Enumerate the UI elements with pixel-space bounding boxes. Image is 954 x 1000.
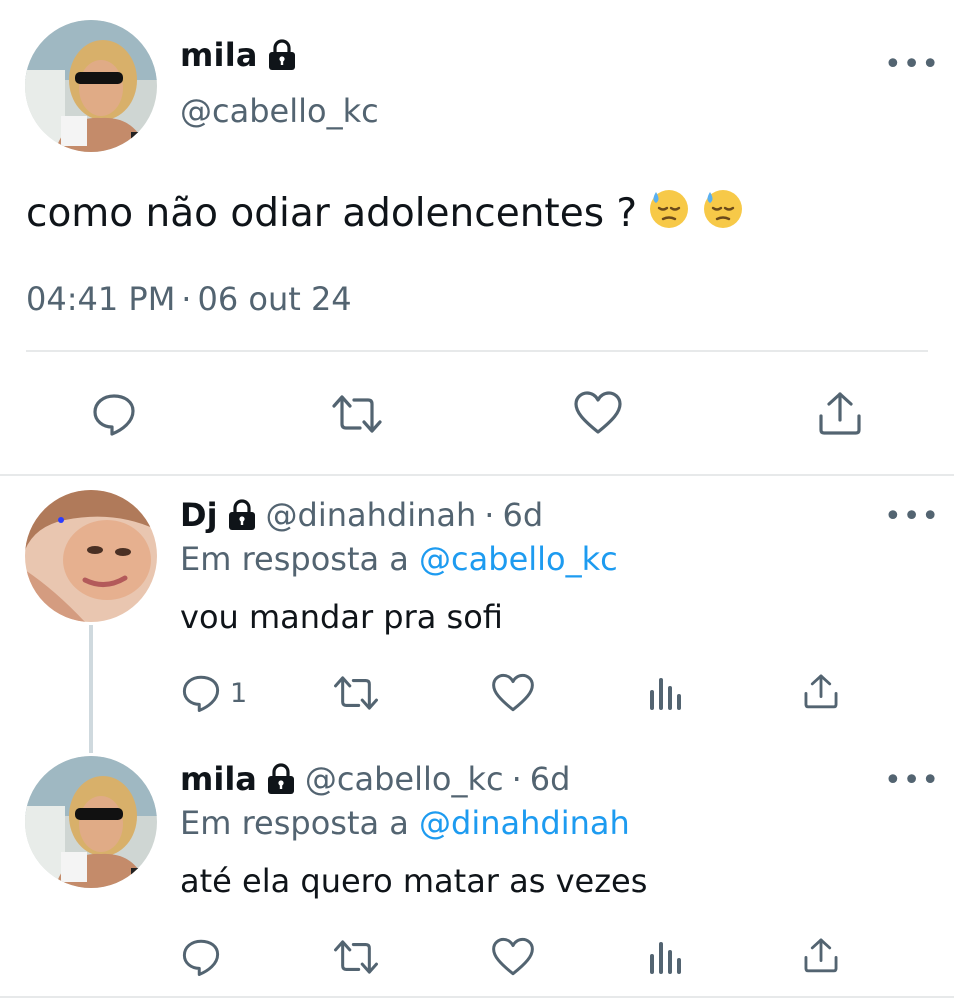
author-name-row: mila <box>180 36 298 74</box>
like-button[interactable] <box>491 672 535 714</box>
timestamp-separator: · <box>181 280 192 318</box>
reply-icon <box>182 939 220 976</box>
lock-icon <box>266 38 298 72</box>
thread-line <box>89 625 93 753</box>
analytics-button[interactable] <box>648 674 684 712</box>
avatar-dj[interactable] <box>25 490 157 622</box>
downcast-sweat-face-icon <box>701 186 745 240</box>
reply-count: 1 <box>230 677 248 709</box>
replying-to: Em resposta a @dinahdinah <box>180 804 630 842</box>
divider <box>0 996 954 998</box>
like-icon <box>492 673 534 712</box>
tweet-date: 06 out 24 <box>197 280 352 318</box>
divider <box>26 350 928 352</box>
analytics-button[interactable] <box>648 938 684 976</box>
reply-author-name[interactable]: Dj <box>180 496 218 534</box>
author-name[interactable]: mila <box>180 36 258 74</box>
like-icon <box>574 391 622 434</box>
retweet-icon <box>334 940 378 974</box>
replying-to: Em resposta a @cabello_kc <box>180 540 618 578</box>
reply-button[interactable]: 1 <box>180 672 247 714</box>
downcast-sweat-face-icon <box>647 186 691 240</box>
avatar-image <box>25 490 157 622</box>
reply-age[interactable]: 6d <box>530 760 571 798</box>
retweet-icon <box>334 676 378 710</box>
replying-to-mention[interactable]: @cabello_kc <box>419 540 618 578</box>
reply-header: Dj @dinahdinah · 6d <box>180 496 543 534</box>
tweet-text-body: como não odiar adolencentes ? <box>26 190 638 236</box>
lock-icon <box>265 762 297 796</box>
avatar-mila[interactable] <box>25 756 157 888</box>
like-button[interactable] <box>573 390 623 436</box>
reply-icon <box>93 394 135 436</box>
more-icon[interactable]: ••• <box>884 766 940 796</box>
avatar-image <box>25 756 157 888</box>
reply-text: vou mandar pra sofi <box>180 598 503 636</box>
retweet-button[interactable] <box>332 937 380 977</box>
reply-separator: · <box>484 496 495 534</box>
more-icon[interactable]: ••• <box>884 502 940 532</box>
replying-to-prefix: Em resposta a <box>180 540 409 578</box>
author-handle[interactable]: @cabello_kc <box>180 92 379 130</box>
more-icon[interactable]: ••• <box>884 50 940 80</box>
share-button[interactable] <box>802 936 840 974</box>
replying-to-prefix: Em resposta a <box>180 804 409 842</box>
retweet-button[interactable] <box>332 673 380 713</box>
lock-icon <box>226 498 258 532</box>
reply-author-handle[interactable]: @cabello_kc <box>305 760 504 798</box>
analytics-icon <box>650 942 681 974</box>
retweet-icon <box>332 395 382 433</box>
share-icon <box>804 674 838 709</box>
like-button[interactable] <box>491 936 535 978</box>
tweet-timestamp: 04:41 PM · 06 out 24 <box>26 280 352 318</box>
reply-separator: · <box>511 760 522 798</box>
retweet-button[interactable] <box>330 392 384 436</box>
tweet-text: como não odiar adolencentes ? <box>26 186 745 240</box>
analytics-icon <box>650 678 681 710</box>
reply-author-handle[interactable]: @dinahdinah <box>266 496 477 534</box>
reply-author-name[interactable]: mila <box>180 760 257 798</box>
share-icon <box>804 938 838 973</box>
reply-button[interactable] <box>90 390 138 438</box>
reply-age[interactable]: 6d <box>502 496 543 534</box>
reply-button[interactable] <box>180 936 222 978</box>
reply-header: mila @cabello_kc · 6d <box>180 760 570 798</box>
replying-to-mention[interactable]: @dinahdinah <box>419 804 630 842</box>
divider <box>0 474 954 476</box>
like-icon <box>492 937 534 976</box>
tweet-time: 04:41 PM <box>26 280 176 318</box>
share-icon <box>819 392 861 435</box>
share-button[interactable] <box>816 390 864 436</box>
avatar-mila[interactable] <box>25 20 157 152</box>
reply-icon <box>182 675 220 712</box>
share-button[interactable] <box>802 672 840 710</box>
reply-text: até ela quero matar as vezes <box>180 862 648 900</box>
avatar-image <box>25 20 157 152</box>
